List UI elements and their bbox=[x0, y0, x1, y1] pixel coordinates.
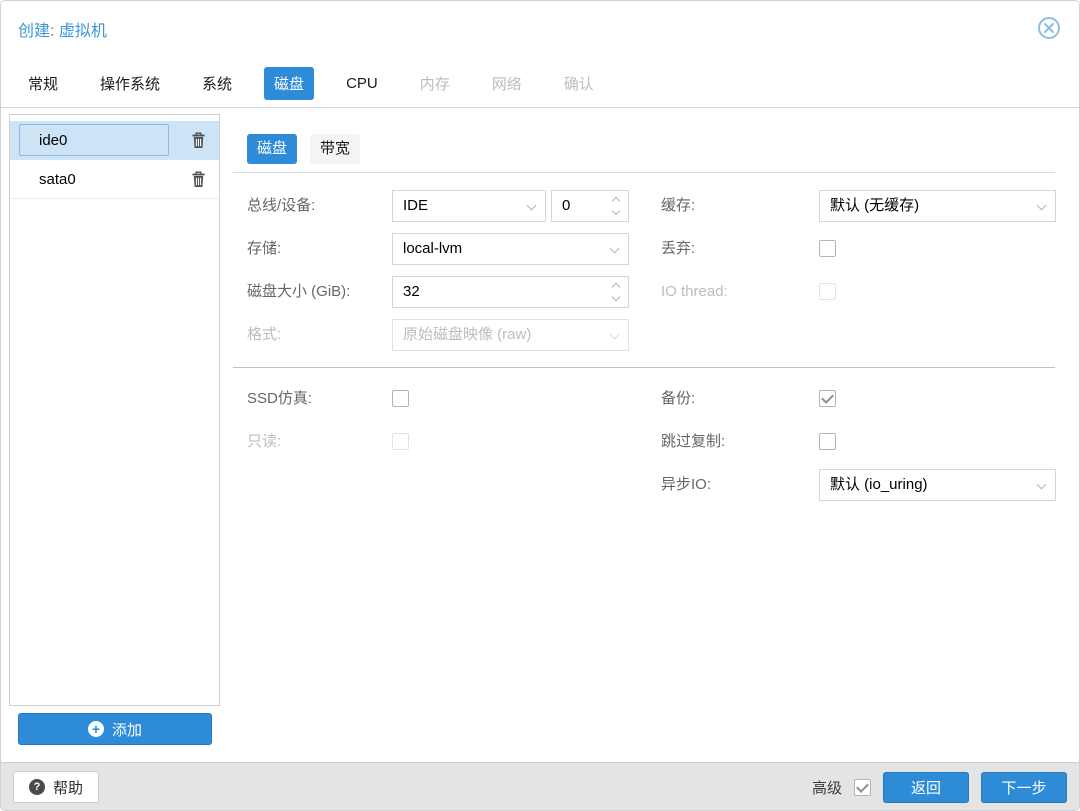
storage-value: local-lvm bbox=[403, 240, 463, 257]
advanced-checkbox[interactable] bbox=[854, 778, 871, 796]
disk-list: ide0 sata0 bbox=[9, 114, 220, 706]
read-only-checkbox bbox=[392, 433, 409, 450]
ssd-emulation-label: SSD仿真: bbox=[247, 390, 313, 407]
help-button[interactable]: ? 帮助 bbox=[13, 771, 100, 803]
format-value: 原始磁盘映像 (raw) bbox=[403, 326, 532, 343]
spin-up-icon[interactable] bbox=[611, 196, 621, 206]
section-divider bbox=[233, 367, 1055, 368]
add-disk-label: 添加 bbox=[111, 721, 142, 739]
create-vm-dialog: 创建: 虚拟机 常规 操作系统 系统 磁盘 CPU 内存 网络 确认 ide0 bbox=[0, 0, 1080, 811]
trash-icon bbox=[192, 132, 204, 148]
disk-name: ide0 bbox=[39, 132, 68, 149]
tab-system[interactable]: 系统 bbox=[192, 67, 242, 100]
spin-down-icon[interactable] bbox=[611, 206, 621, 216]
chevron-down-icon bbox=[1036, 479, 1047, 490]
io-thread-checkbox bbox=[819, 283, 836, 300]
disk-size-label: 磁盘大小 (GiB): bbox=[247, 283, 351, 300]
disk-name: sata0 bbox=[39, 171, 76, 188]
spinner-buttons bbox=[611, 191, 621, 221]
async-io-value: 默认 (io_uring) bbox=[830, 476, 928, 493]
disk-subtabs: 磁盘 带宽 bbox=[247, 134, 361, 164]
spinner-buttons bbox=[611, 277, 621, 307]
tab-os[interactable]: 操作系统 bbox=[90, 67, 170, 100]
close-button[interactable] bbox=[1035, 14, 1063, 42]
chevron-down-icon bbox=[1036, 200, 1047, 211]
plus-circle-icon: + bbox=[87, 721, 104, 737]
device-number-spinner[interactable]: 0 bbox=[551, 190, 629, 222]
disks-panel: ide0 sata0 + 添加 磁盘 带宽 总线/设备: IDE 0 缓存: 默… bbox=[1, 109, 1079, 762]
tab-general[interactable]: 常规 bbox=[18, 67, 68, 100]
format-label: 格式: bbox=[247, 326, 282, 343]
spin-up-icon[interactable] bbox=[611, 282, 621, 292]
read-only-label: 只读: bbox=[247, 433, 282, 450]
async-io-label: 异步IO: bbox=[661, 476, 712, 493]
disk-size-spinner[interactable]: 32 bbox=[392, 276, 629, 308]
backup-label: 备份: bbox=[661, 390, 696, 407]
cache-select[interactable]: 默认 (无缓存) bbox=[819, 190, 1056, 222]
discard-checkbox[interactable] bbox=[819, 240, 836, 257]
help-label: 帮助 bbox=[53, 779, 84, 797]
section-divider bbox=[233, 172, 1055, 173]
storage-select[interactable]: local-lvm bbox=[392, 233, 629, 265]
back-button[interactable]: 返回 bbox=[883, 771, 969, 803]
chevron-down-icon bbox=[526, 200, 537, 211]
delete-disk-button[interactable] bbox=[190, 132, 206, 150]
dialog-footer: ? 帮助 高级 返回 下一步 bbox=[1, 762, 1079, 810]
chevron-down-icon bbox=[609, 243, 620, 254]
subtab-disk[interactable]: 磁盘 bbox=[247, 134, 298, 164]
tab-cpu[interactable]: CPU bbox=[336, 69, 388, 98]
async-io-select[interactable]: 默认 (io_uring) bbox=[819, 469, 1056, 501]
bus-device-label: 总线/设备: bbox=[247, 197, 316, 214]
io-thread-label: IO thread: bbox=[661, 283, 728, 300]
next-button[interactable]: 下一步 bbox=[981, 771, 1067, 803]
tab-confirm: 确认 bbox=[563, 75, 594, 93]
bus-device-value: IDE bbox=[403, 197, 429, 214]
cache-value: 默认 (无缓存) bbox=[830, 197, 920, 214]
device-number-value: 0 bbox=[562, 197, 571, 214]
tab-disks[interactable]: 磁盘 bbox=[264, 66, 315, 100]
cache-label: 缓存: bbox=[661, 197, 696, 214]
disk-size-value: 32 bbox=[403, 283, 420, 300]
wizard-tabbar: 常规 操作系统 系统 磁盘 CPU 内存 网络 确认 bbox=[1, 59, 1079, 108]
chevron-down-icon bbox=[609, 329, 620, 340]
question-circle-icon: ? bbox=[29, 779, 45, 795]
format-select: 原始磁盘映像 (raw) bbox=[392, 319, 629, 351]
discard-label: 丢弃: bbox=[661, 240, 696, 257]
delete-disk-button[interactable] bbox=[190, 171, 206, 189]
dialog-title: 创建: 虚拟机 bbox=[18, 23, 107, 40]
spin-down-icon[interactable] bbox=[611, 292, 621, 302]
backup-checkbox[interactable] bbox=[819, 390, 836, 407]
close-icon bbox=[1038, 17, 1060, 39]
disk-list-item-sata0[interactable]: sata0 bbox=[10, 160, 219, 199]
disk-list-item-ide0[interactable]: ide0 bbox=[10, 121, 219, 160]
ssd-emulation-checkbox[interactable] bbox=[392, 390, 409, 407]
bus-device-select[interactable]: IDE bbox=[392, 190, 546, 222]
tab-memory: 内存 bbox=[419, 75, 450, 93]
subtab-bandwidth[interactable]: 带宽 bbox=[310, 134, 361, 164]
add-disk-button[interactable]: + 添加 bbox=[18, 713, 212, 745]
trash-icon bbox=[192, 171, 204, 187]
skip-replication-label: 跳过复制: bbox=[661, 433, 726, 450]
skip-replication-checkbox[interactable] bbox=[819, 433, 836, 450]
tab-network: 网络 bbox=[491, 75, 522, 93]
storage-label: 存储: bbox=[247, 240, 282, 257]
advanced-label: 高级 bbox=[811, 779, 842, 797]
footer-actions: 高级 返回 下一步 bbox=[812, 771, 1067, 803]
